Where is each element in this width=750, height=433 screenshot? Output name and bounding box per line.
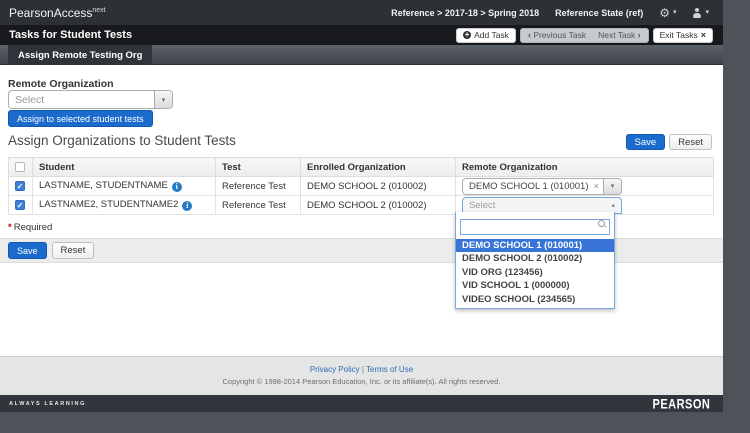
required-note: *Required [8, 222, 52, 233]
app-window: PearsonAccessnext Reference > 2017-18 > … [0, 0, 723, 412]
section-title: Assign Organizations to Student Tests [8, 133, 236, 148]
remote-org-select-row1[interactable]: DEMO SCHOOL 1 (010001) × ▾ [462, 178, 622, 195]
tab-strip: Assign Remote Testing Org [0, 45, 723, 65]
dropdown-option[interactable]: VIDEO SCHOOL (234565) [456, 293, 614, 307]
logo-superscript: next [92, 7, 105, 14]
add-task-label: Add Task [474, 30, 509, 40]
column-header-remote-org[interactable]: Remote Organization [456, 158, 714, 177]
column-header-test[interactable]: Test [216, 158, 301, 177]
info-icon[interactable]: i [172, 182, 182, 192]
caret-down-icon: ▾ [611, 182, 615, 190]
select-arrow-button[interactable]: ▾ [603, 179, 621, 194]
required-note-text: Required [14, 222, 53, 233]
select-arrow-button[interactable]: ▾ [154, 91, 172, 108]
select-all-checkbox[interactable] [15, 162, 25, 172]
caret-down-icon: ▾ [673, 9, 677, 16]
dropdown-options-list: DEMO SCHOOL 1 (010001) DEMO SCHOOL 2 (01… [456, 239, 614, 309]
organization-scope[interactable]: Reference State (ref) [555, 8, 643, 18]
dropdown-option[interactable]: VID SCHOOL 1 (000000) [456, 279, 614, 293]
save-button-bottom[interactable]: Save [8, 242, 47, 259]
page-footer: Privacy Policy | Terms of Use Copyright … [0, 356, 723, 395]
next-task-label: Next Task [598, 30, 635, 40]
exit-tasks-label: Exit Tasks [660, 30, 698, 40]
app-logo[interactable]: PearsonAccessnext [9, 6, 106, 20]
link-separator: | [362, 365, 364, 374]
student-name: LASTNAME2, STUDENTNAME2 [39, 199, 178, 210]
user-icon [692, 8, 702, 18]
info-icon[interactable]: i [182, 201, 192, 211]
add-task-button[interactable]: + Add Task [456, 28, 516, 43]
task-nav-group: ‹ Previous Task Next Task › [520, 28, 649, 43]
tab-assign-remote-testing-org[interactable]: Assign Remote Testing Org [8, 45, 152, 65]
remote-organization-select-value: Select [9, 94, 154, 106]
exit-tasks-button[interactable]: Exit Tasks × [653, 28, 713, 43]
copyright-text: Copyright © 1998-2014 Pearson Education,… [0, 377, 723, 386]
column-header-student[interactable]: Student [33, 158, 216, 177]
remote-org-dropdown-panel: DEMO SCHOOL 1 (010001) DEMO SCHOOL 2 (01… [455, 212, 615, 309]
student-name: LASTNAME, STUDENTNAME [39, 180, 168, 191]
page-title: Tasks for Student Tests [9, 29, 132, 41]
brand-bar: ALWAYS LEARNING PEARSON [0, 395, 723, 412]
test-name: Reference Test [216, 196, 301, 215]
dropdown-search-input[interactable] [460, 219, 610, 235]
student-tests-table: Student Test Enrolled Organization Remot… [8, 157, 714, 215]
caret-down-icon: ▾ [162, 96, 166, 104]
enrolled-organization: DEMO SCHOOL 2 (010002) [301, 196, 456, 215]
pearson-logo: PEARSON [653, 395, 711, 411]
table-row: ✓ LASTNAME, STUDENTNAMEi Reference Test … [9, 177, 714, 196]
tasks-header-bar: Tasks for Student Tests + Add Task ‹ Pre… [0, 25, 723, 45]
remote-org-select-row2-open[interactable]: Select ▴ [462, 197, 622, 214]
reset-button-bottom[interactable]: Reset [52, 242, 95, 259]
row-checkbox[interactable]: ✓ [15, 200, 25, 210]
column-header-enrolled-org[interactable]: Enrolled Organization [301, 158, 456, 177]
settings-menu[interactable]: ⚙ ▾ [659, 7, 676, 19]
next-task-button[interactable]: Next Task › [598, 30, 641, 40]
dropdown-option[interactable]: DEMO SCHOOL 1 (010001) [456, 239, 614, 253]
row-checkbox[interactable]: ✓ [15, 181, 25, 191]
privacy-policy-link[interactable]: Privacy Policy [310, 365, 360, 374]
caret-up-icon: ▴ [611, 201, 621, 209]
remote-org-select-placeholder: Select [463, 200, 611, 211]
dropdown-option[interactable]: DEMO SCHOOL 2 (010002) [456, 252, 614, 266]
terms-of-use-link[interactable]: Terms of Use [366, 365, 413, 374]
always-learning-text: ALWAYS LEARNING [9, 401, 86, 407]
remote-org-select-value: DEMO SCHOOL 1 (010001) [463, 181, 590, 192]
plus-circle-icon: + [463, 31, 471, 39]
table-header-row: Student Test Enrolled Organization Remot… [9, 158, 714, 177]
chevron-right-icon: › [638, 30, 641, 40]
remote-organization-select[interactable]: Select ▾ [8, 90, 173, 109]
gear-icon: ⚙ [659, 7, 670, 19]
assign-to-selected-button[interactable]: Assign to selected student tests [8, 110, 153, 127]
close-icon: × [701, 30, 706, 40]
logo-text: PearsonAccess [9, 6, 92, 20]
scope-breadcrumb[interactable]: Reference > 2017-18 > Spring 2018 [391, 8, 539, 18]
clear-selection-icon[interactable]: × [590, 181, 603, 191]
search-icon [598, 220, 606, 228]
previous-task-button[interactable]: ‹ Previous Task [528, 30, 586, 40]
caret-down-icon: ▾ [705, 9, 709, 16]
enrolled-organization: DEMO SCHOOL 2 (010002) [301, 177, 456, 196]
chevron-left-icon: ‹ [528, 30, 531, 40]
save-button-top[interactable]: Save [626, 134, 666, 150]
asterisk-icon: * [8, 222, 12, 233]
reset-button-top[interactable]: Reset [669, 134, 712, 150]
test-name: Reference Test [216, 177, 301, 196]
remote-organization-label: Remote Organization [8, 78, 114, 90]
top-header: PearsonAccessnext Reference > 2017-18 > … [0, 0, 723, 25]
dropdown-option[interactable]: VID ORG (123456) [456, 266, 614, 280]
previous-task-label: Previous Task [533, 30, 586, 40]
user-menu[interactable]: ▾ [692, 8, 709, 18]
